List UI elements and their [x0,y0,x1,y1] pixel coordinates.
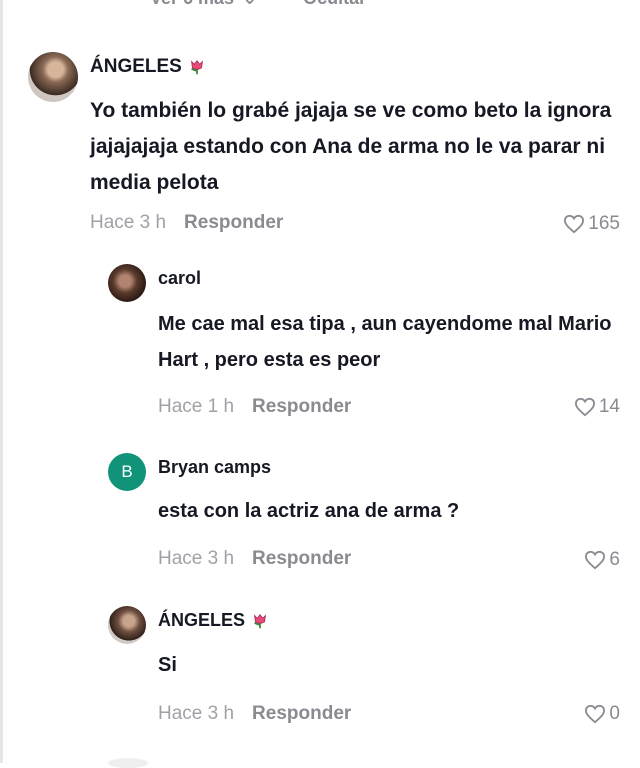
like-count: 165 [588,213,620,234]
hide-replies-button[interactable]: Ocultar ⌃ [303,0,389,9]
like-count: 6 [609,549,620,570]
thread-divider [0,0,3,763]
reply-timestamp: Hace 3 h [158,703,235,724]
comment-meta: Hace 3 h Responder [90,212,283,234]
comment-username[interactable]: ÁNGELES [90,56,206,78]
avatar[interactable] [28,52,78,102]
reply-timestamp: Hace 3 h [158,548,235,569]
comment-timestamp: Hace 3 h [90,212,167,233]
view-more-label: Ver 6 más [150,0,234,9]
username-text: ÁNGELES [158,610,246,630]
like-count: 0 [609,703,620,724]
reply-meta: Hace 3 h Responder [158,703,351,725]
tulip-icon [253,613,267,628]
avatar[interactable] [108,606,146,644]
reply-text: esta con la actriz ana de arma ? [158,500,460,522]
tulip-icon [190,59,203,75]
chevron-down-icon: ⌄ [242,0,257,9]
replies-controls: Ver 6 más ⌄ Ocultar ⌃ [150,0,389,9]
reply-meta: Hace 1 h Responder [158,396,351,418]
username-text: ÁNGELES [90,56,182,77]
next-avatar-partial [108,758,148,768]
reply-button[interactable]: Responder [252,703,351,725]
reply-username[interactable]: carol [158,268,201,289]
like-button[interactable]: 14 [574,396,620,418]
heart-outline-icon [564,214,585,234]
heart-outline-icon [574,397,595,417]
heart-outline-icon [585,550,606,570]
reply-text: Me cae mal esa tipa , aun cayendome mal … [158,313,612,371]
like-button[interactable]: 6 [584,549,620,571]
like-button[interactable]: 165 [563,213,620,235]
avatar[interactable]: B [108,453,146,491]
like-count: 14 [598,396,620,417]
view-more-replies-button[interactable]: Ver 6 más ⌄ [150,0,257,9]
reply-username[interactable]: ÁNGELES [158,610,269,631]
reply-button[interactable]: Responder [184,212,283,234]
reply-username[interactable]: Bryan camps [158,457,271,478]
reply-button[interactable]: Responder [252,548,351,570]
chevron-up-icon: ⌃ [374,0,389,9]
reply-button[interactable]: Responder [252,396,351,418]
like-button[interactable]: 0 [584,703,620,725]
hide-label: Ocultar [303,0,366,9]
reply-text: Si [158,654,177,676]
comment-text: Yo también lo grabé jajaja se ve como be… [90,99,612,194]
reply-meta: Hace 3 h Responder [158,548,351,570]
reply-timestamp: Hace 1 h [158,396,235,417]
heart-outline-icon [585,704,606,724]
avatar[interactable] [108,264,146,302]
